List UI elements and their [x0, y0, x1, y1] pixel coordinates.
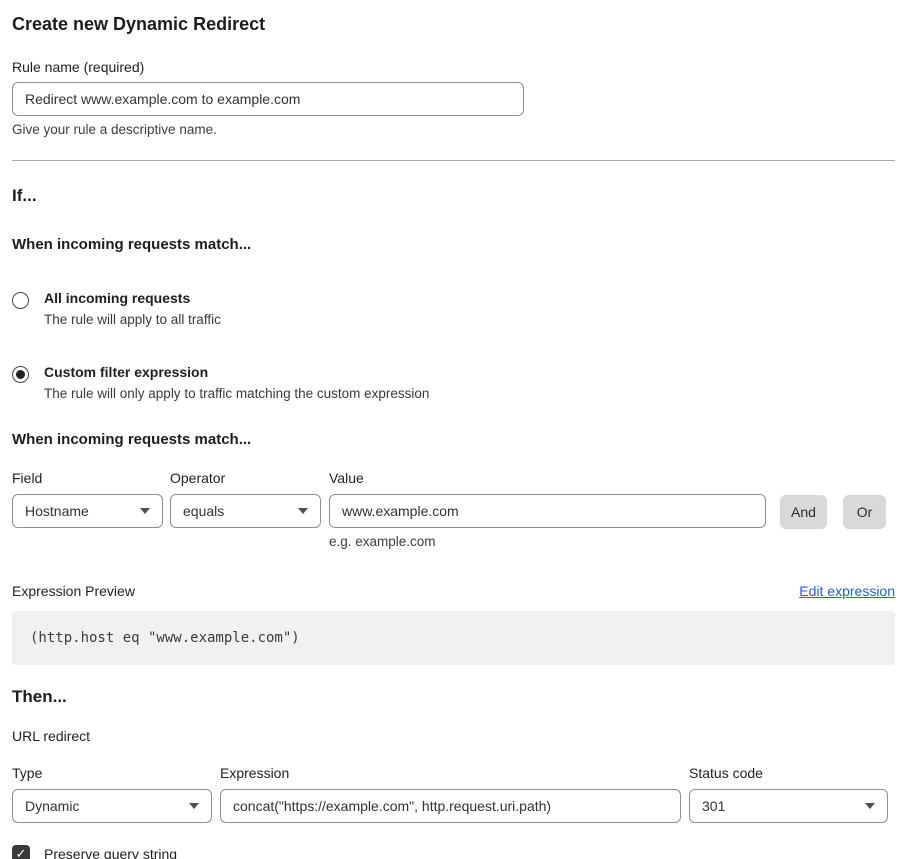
field-label: Field — [12, 470, 163, 486]
radio-option-description: The rule will apply to all traffic — [44, 312, 221, 327]
section-divider — [12, 160, 895, 161]
rule-name-section: Rule name (required) Give your rule a de… — [12, 59, 895, 137]
andor-group: And Or — [780, 495, 886, 529]
value-label: Value — [329, 470, 766, 486]
radio-option-label: All incoming requests — [44, 290, 221, 306]
expression-preview-label: Expression Preview — [12, 583, 135, 599]
chevron-down-icon — [140, 508, 150, 514]
chevron-down-icon — [865, 803, 875, 809]
expression-input[interactable] — [220, 789, 681, 823]
expression-preview-code: (http.host eq "www.example.com") — [12, 611, 895, 665]
status-code-label: Status code — [689, 765, 888, 781]
type-select-value: Dynamic — [25, 798, 79, 814]
operator-select-value: equals — [183, 503, 224, 519]
type-label: Type — [12, 765, 212, 781]
filter-match-heading: When incoming requests match... — [12, 431, 895, 448]
field-select-value: Hostname — [25, 503, 89, 519]
filter-builder-row: Field Hostname Operator equals Value e.g… — [12, 470, 895, 549]
rule-name-label: Rule name (required) — [12, 59, 895, 75]
if-heading: If... — [12, 186, 895, 206]
radio-option-label: Custom filter expression — [44, 364, 429, 380]
edit-expression-link[interactable]: Edit expression — [799, 583, 895, 599]
chevron-down-icon — [189, 803, 199, 809]
redirect-settings-row: Type Dynamic Expression Status code 301 — [12, 765, 895, 823]
then-heading: Then... — [12, 687, 895, 707]
preserve-query-label: Preserve query string — [44, 846, 177, 859]
operator-select[interactable]: equals — [170, 494, 321, 528]
expression-label: Expression — [220, 765, 681, 781]
radio-selected-icon[interactable] — [12, 366, 29, 383]
checkbox-checked-icon[interactable]: ✓ — [12, 845, 30, 859]
type-select[interactable]: Dynamic — [12, 789, 212, 823]
url-redirect-label: URL redirect — [12, 728, 895, 744]
value-input[interactable] — [329, 494, 766, 528]
rule-name-input[interactable] — [12, 82, 524, 116]
and-button[interactable]: And — [780, 495, 827, 529]
radio-unselected-icon[interactable] — [12, 292, 29, 309]
radio-option-custom-filter[interactable]: Custom filter expression The rule will o… — [12, 364, 895, 401]
status-code-select[interactable]: 301 — [689, 789, 888, 823]
radio-option-description: The rule will only apply to traffic matc… — [44, 386, 429, 401]
radio-option-all-requests[interactable]: All incoming requests The rule will appl… — [12, 290, 895, 327]
chevron-down-icon — [298, 508, 308, 514]
status-code-select-value: 301 — [702, 798, 725, 814]
page-title: Create new Dynamic Redirect — [12, 14, 895, 35]
expression-preview-header: Expression Preview Edit expression — [12, 583, 895, 599]
field-select[interactable]: Hostname — [12, 494, 163, 528]
value-help: e.g. example.com — [329, 534, 766, 549]
preserve-query-row[interactable]: ✓ Preserve query string — [12, 845, 895, 859]
or-button[interactable]: Or — [843, 495, 886, 529]
rule-name-help: Give your rule a descriptive name. — [12, 122, 895, 137]
if-match-heading: When incoming requests match... — [12, 236, 895, 253]
operator-label: Operator — [170, 470, 321, 486]
